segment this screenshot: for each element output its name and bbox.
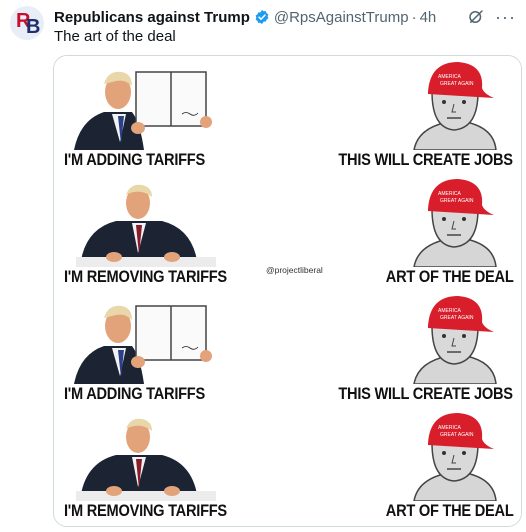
more-icon[interactable]: ···	[495, 8, 516, 26]
hat-text-line-1: AMERICA	[438, 308, 461, 314]
grok-icon[interactable]	[467, 8, 485, 26]
npc-maga-figure: AMERICA GREAT AGAIN	[413, 179, 497, 267]
hat-text-line-2: GREAT AGAIN	[440, 315, 474, 321]
verified-badge-icon	[255, 10, 269, 24]
hat-text-line-1: AMERICA	[438, 74, 461, 80]
post-media-image[interactable]: AMERICA GREAT AGAIN I'M ADDING TARIFFS T…	[53, 55, 522, 527]
meme-panel-3: AMERICA GREAT AGAIN I'M ADDING TARIFFS T…	[54, 290, 521, 409]
man-holding-document-figure	[74, 305, 212, 384]
post-header: Republicans against Trump @RpsAgainstTru…	[54, 7, 516, 27]
npc-maga-figure: AMERICA GREAT AGAIN	[413, 62, 497, 150]
author-avatar[interactable]: R B	[10, 6, 44, 40]
post-timestamp[interactable]: 4h	[420, 9, 437, 26]
right-caption: THIS WILL CREATE JOBS	[338, 384, 514, 403]
right-caption: ART OF THE DEAL	[385, 501, 513, 520]
hat-text-line-2: GREAT AGAIN	[440, 198, 474, 204]
left-caption: I'M ADDING TARIFFS	[64, 384, 205, 403]
hat-text-line-2: GREAT AGAIN	[440, 432, 474, 438]
right-caption: THIS WILL CREATE JOBS	[338, 150, 514, 169]
meme-panel-1: AMERICA GREAT AGAIN I'M ADDING TARIFFS T…	[54, 56, 521, 175]
left-caption: I'M REMOVING TARIFFS	[64, 267, 227, 286]
author-handle[interactable]: @RpsAgainstTrump	[274, 9, 409, 26]
hat-text-line-2: GREAT AGAIN	[440, 81, 474, 87]
left-caption: I'M REMOVING TARIFFS	[64, 501, 227, 520]
meme-panel-2: AMERICA GREAT AGAIN @projectliberal I'M …	[54, 173, 521, 292]
man-holding-document-figure	[74, 71, 212, 150]
post-text: The art of the deal	[54, 28, 176, 45]
hat-text-line-1: AMERICA	[438, 425, 461, 431]
author-name[interactable]: Republicans against Trump	[54, 9, 250, 26]
man-signing-at-desk-figure	[76, 418, 216, 501]
man-signing-at-desk-figure	[76, 184, 216, 267]
npc-maga-figure: AMERICA GREAT AGAIN	[413, 296, 497, 384]
hat-text-line-1: AMERICA	[438, 191, 461, 197]
meme-panel-4: AMERICA GREAT AGAIN I'M REMOVING TARIFFS…	[54, 407, 521, 524]
avatar-letter-b: B	[26, 16, 41, 38]
separator-dot: ·	[411, 8, 417, 26]
meme-watermark: @projectliberal	[266, 265, 323, 275]
right-caption: ART OF THE DEAL	[385, 267, 513, 286]
left-caption: I'M ADDING TARIFFS	[64, 150, 205, 169]
npc-maga-figure: AMERICA GREAT AGAIN	[413, 413, 497, 501]
header-actions: ···	[467, 8, 516, 26]
